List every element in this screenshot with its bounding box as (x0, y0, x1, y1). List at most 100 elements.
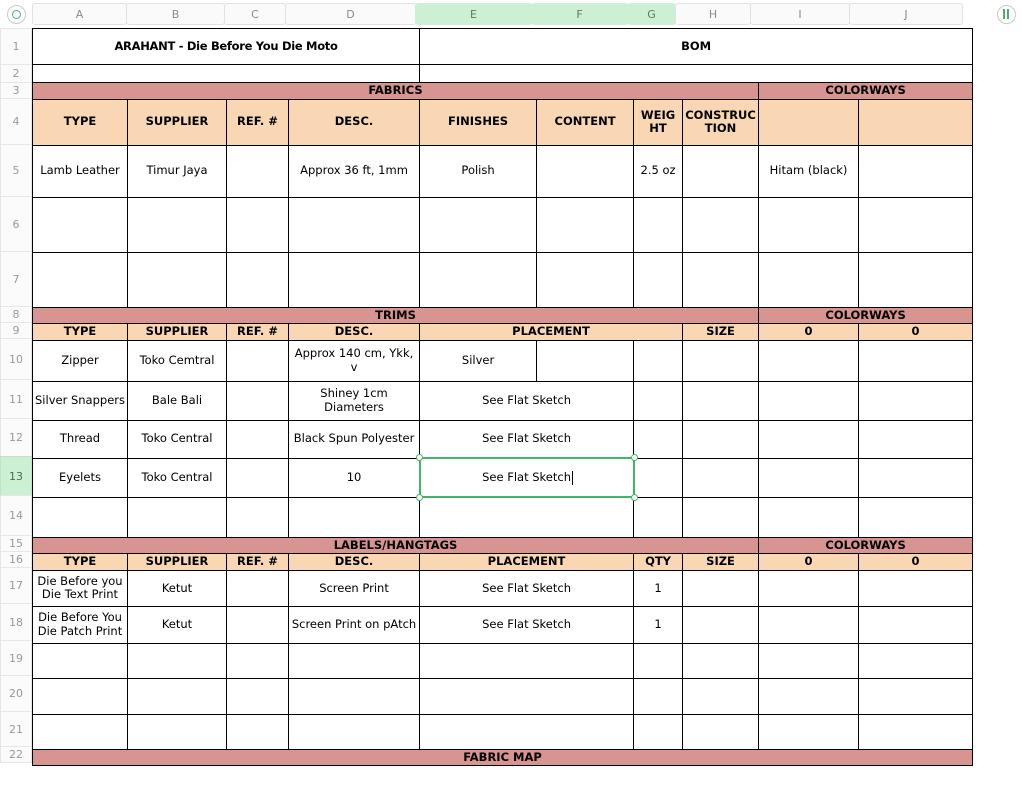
trims-cell-placement-g[interactable] (633, 419, 684, 459)
labels-cell-qty[interactable]: 1 (633, 605, 684, 644)
labels-cell-supplier[interactable]: Ketut (127, 605, 227, 644)
labels-cell-colorway-2[interactable] (858, 642, 974, 679)
labels-cell-type[interactable] (32, 713, 128, 750)
fabrics-cell-supplier[interactable] (127, 196, 227, 253)
fabrics-cell-type[interactable]: Lamb Leather (32, 144, 128, 198)
trims-cell-supplier[interactable] (127, 496, 227, 538)
labels-cell-colorway-1[interactable] (758, 713, 860, 750)
labels-cell-placement[interactable] (419, 677, 635, 715)
labels-cell-colorway-1[interactable] (758, 569, 860, 607)
labels-cell-desc[interactable]: Screen Print on pAtch (287, 605, 421, 644)
trims-cell-type[interactable]: Zipper (32, 339, 128, 382)
empty-cell[interactable] (31, 64, 421, 83)
labels-cell-desc[interactable] (287, 642, 421, 679)
trims-cell-placement[interactable]: See Flat Sketch (419, 380, 635, 421)
trims-cell-placement[interactable] (419, 496, 635, 538)
trims-cell-placement[interactable]: Silver (419, 339, 538, 382)
labels-header-desc[interactable]: DESC. (287, 553, 421, 571)
labels-cell-supplier[interactable] (127, 713, 227, 750)
section-banner-trims[interactable]: TRIMS (31, 306, 760, 325)
labels-cell-ref[interactable] (226, 642, 289, 679)
fabrics-cell-weight[interactable] (633, 196, 684, 253)
fabrics-header-construction[interactable]: CONSTRUC TION (682, 98, 760, 146)
row-header-4[interactable]: 4 (0, 98, 32, 145)
trims-cell-colorway-1[interactable] (758, 339, 860, 382)
fabrics-cell-content[interactable] (536, 251, 635, 308)
fabrics-header-supplier[interactable]: SUPPLIER (127, 98, 227, 146)
trims-cell-desc[interactable]: Black Spun Polyester (287, 419, 421, 459)
row-header-18[interactable]: 18 (0, 603, 32, 641)
doc-type-label[interactable]: BOM (419, 28, 974, 65)
trims-cell-supplier[interactable]: Toko Central (127, 457, 227, 498)
row-header-2[interactable]: 2 (0, 64, 32, 83)
labels-cell-placement[interactable] (419, 713, 635, 750)
labels-header-colorway-2[interactable]: 0 (858, 553, 974, 571)
labels-cell-placement[interactable]: See Flat Sketch (419, 569, 635, 607)
trims-cell-ref[interactable] (226, 380, 289, 421)
fabrics-cell-construction[interactable] (682, 144, 760, 198)
trims-cell-type[interactable]: Thread (32, 419, 128, 459)
column-header-b[interactable]: B (126, 3, 225, 25)
fabrics-cell-finishes[interactable] (419, 251, 538, 308)
trims-header-colorway-1[interactable]: 0 (758, 323, 860, 341)
labels-cell-qty[interactable]: 1 (633, 569, 684, 607)
trims-cell-size[interactable] (682, 380, 760, 421)
trims-cell-size[interactable] (682, 457, 760, 498)
labels-cell-desc[interactable] (287, 713, 421, 750)
fabrics-cell-supplier[interactable]: Timur Jaya (127, 144, 227, 198)
row-header-21[interactable]: 21 (0, 711, 32, 747)
trims-cell-ref[interactable] (226, 496, 289, 538)
trims-cell-desc[interactable]: 10 (287, 457, 421, 498)
fabrics-header-finishes[interactable]: FINISHES (419, 98, 538, 146)
row-header-17[interactable]: 17 (0, 567, 32, 604)
labels-cell-ref[interactable] (226, 677, 289, 715)
trims-header-supplier[interactable]: SUPPLIER (127, 323, 227, 341)
fabrics-cell-finishes[interactable] (419, 196, 538, 253)
labels-cell-colorway-2[interactable] (858, 605, 974, 644)
trims-cell-colorway-2[interactable] (858, 419, 974, 459)
trims-cell-colorway-1[interactable] (758, 457, 860, 498)
trims-cell-colorway-2[interactable] (858, 339, 974, 382)
labels-header-supplier[interactable]: SUPPLIER (127, 553, 227, 571)
labels-cell-ref[interactable] (226, 569, 289, 607)
trims-cell-placement-g[interactable] (633, 496, 684, 538)
fabrics-cell-supplier[interactable] (127, 251, 227, 308)
labels-cell-qty[interactable] (633, 642, 684, 679)
sheet-title[interactable]: ARAHANT - Die Before You Die Moto (31, 28, 421, 65)
trims-cell-size[interactable] (682, 496, 760, 538)
trims-header-placement[interactable]: PLACEMENT (419, 323, 684, 341)
fabrics-cell-ref[interactable] (226, 251, 289, 308)
empty-cell[interactable] (419, 64, 974, 83)
fabrics-cell-colorway-1[interactable] (758, 251, 860, 308)
fabrics-cell-content[interactable] (536, 196, 635, 253)
section-banner-fabrics[interactable]: FABRICS (31, 82, 760, 100)
fabrics-cell-colorway-2[interactable] (858, 251, 974, 308)
fabrics-header-colorway-2[interactable] (858, 98, 974, 146)
trims-cell-placement-overflow[interactable] (536, 339, 635, 382)
labels-cell-type[interactable] (32, 677, 128, 715)
row-header-6[interactable]: 6 (0, 196, 32, 252)
labels-cell-size[interactable] (682, 677, 760, 715)
trims-cell-placement-g[interactable] (633, 339, 684, 382)
trims-cell-ref[interactable] (226, 457, 289, 498)
labels-cell-colorway-2[interactable] (858, 713, 974, 750)
labels-cell-colorway-1[interactable] (758, 642, 860, 679)
fabrics-cell-ref[interactable] (226, 144, 289, 198)
trims-cell-desc[interactable]: Shiney 1cm Diameters (287, 380, 421, 421)
trims-cell-size[interactable] (682, 339, 760, 382)
labels-cell-supplier[interactable]: Ketut (127, 569, 227, 607)
trims-cell-size[interactable] (682, 419, 760, 459)
colorways-banner-trims[interactable]: COLORWAYS (758, 306, 974, 325)
trims-cell-placement[interactable]: See Flat Sketch (419, 457, 635, 498)
trims-cell-type[interactable] (32, 496, 128, 538)
row-header-12[interactable]: 12 (0, 418, 32, 457)
row-header-3[interactable]: 3 (0, 82, 32, 99)
section-banner-labels[interactable]: LABELS/HANGTAGS (31, 536, 760, 555)
trims-cell-desc[interactable]: Approx 140 cm, Ykk, v (287, 339, 421, 382)
trims-cell-placement[interactable]: See Flat Sketch (419, 419, 635, 459)
trims-cell-type[interactable]: Silver Snappers (32, 380, 128, 421)
row-header-11[interactable]: 11 (0, 379, 32, 419)
row-header-14[interactable]: 14 (0, 495, 32, 536)
row-header-13[interactable]: 13 (0, 456, 32, 496)
labels-cell-size[interactable] (682, 605, 760, 644)
